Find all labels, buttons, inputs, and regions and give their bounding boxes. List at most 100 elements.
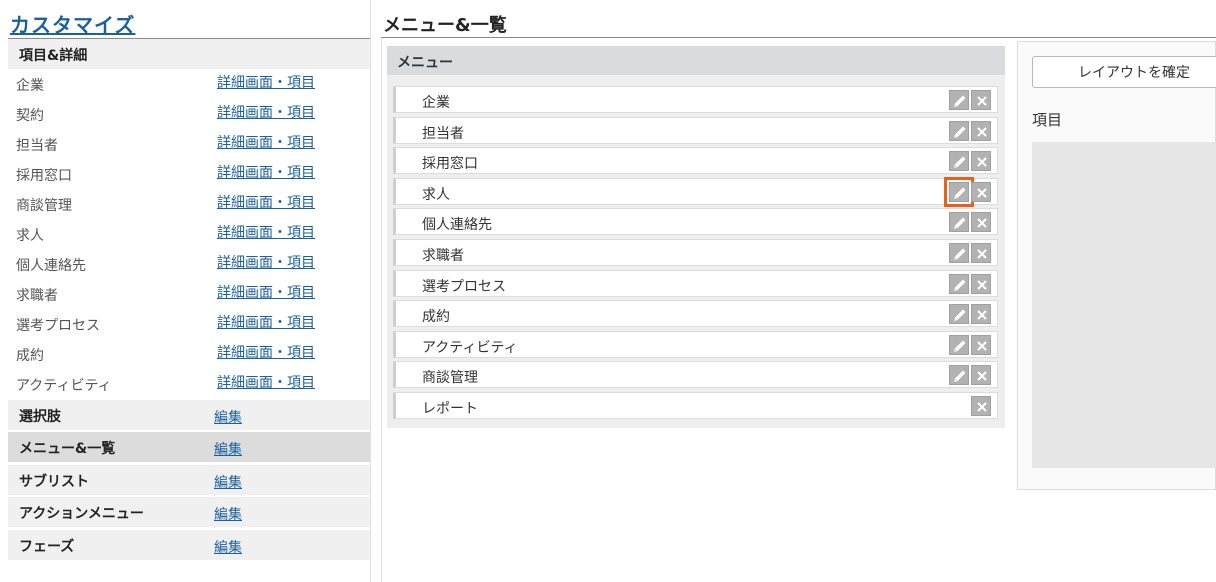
edit-link[interactable]: 編集 (214, 472, 242, 492)
delete-button[interactable] (971, 120, 991, 141)
section-label: サブリスト (19, 474, 89, 490)
edit-button[interactable] (949, 90, 969, 110)
delete-button[interactable] (971, 396, 991, 416)
delete-button[interactable] (971, 334, 991, 355)
sidebar-item-label: 契約 (16, 108, 44, 124)
sidebar-item: 採用窓口 詳細画面・項目 (8, 159, 370, 189)
detail-screen-link[interactable]: 詳細画面・項目 (217, 252, 315, 272)
section-label: 項目&詳細 (19, 48, 88, 64)
sidebar-section: フェーズ 編集 (8, 530, 370, 560)
sidebar-item: アクティビティ 詳細画面・項目 (8, 369, 370, 399)
detail-screen-link[interactable]: 詳細画面・項目 (217, 192, 315, 212)
section-label: メニュー&一覧 (19, 441, 116, 457)
sidebar-title[interactable]: カスタマイズ (10, 9, 135, 38)
menu-item-label: 求人 (422, 186, 450, 203)
edit-link[interactable]: 編集 (214, 439, 242, 459)
sidebar-item-label: 成約 (16, 348, 44, 364)
sidebar-item-label: アクティビティ (16, 378, 112, 394)
edit-button[interactable] (949, 365, 969, 386)
delete-button[interactable] (971, 365, 991, 386)
edit-link[interactable]: 編集 (214, 407, 242, 427)
edit-button[interactable] (949, 212, 969, 233)
delete-button[interactable] (971, 243, 991, 263)
menu-item-label: 選考プロセス (422, 278, 506, 295)
sidebar-item-label: 選考プロセス (16, 318, 100, 334)
edit-button[interactable] (949, 243, 969, 263)
sidebar-item: 成約 詳細画面・項目 (8, 339, 370, 369)
sidebar-item: 選考プロセス 詳細画面・項目 (8, 309, 370, 339)
sidebar-section: サブリスト 編集 (8, 465, 370, 495)
sidebar-item-label: 求職者 (16, 288, 58, 304)
sidebar-item: 契約 詳細画面・項目 (8, 99, 370, 129)
detail-screen-link[interactable]: 詳細画面・項目 (217, 72, 315, 92)
edit-button[interactable] (944, 176, 974, 207)
edit-button[interactable] (949, 304, 969, 325)
detail-screen-link[interactable]: 詳細画面・項目 (217, 222, 315, 242)
edit-link[interactable]: 編集 (214, 537, 242, 557)
delete-button[interactable] (971, 304, 991, 325)
menu-item[interactable]: アクティビティ (393, 330, 998, 358)
menu-item[interactable]: 個人連絡先 (393, 208, 998, 236)
sidebar-item: 求職者 詳細画面・項目 (8, 279, 370, 309)
sidebar-item-label: 採用窓口 (16, 168, 72, 184)
menu-item[interactable]: 採用窓口 (393, 147, 998, 175)
section-items-details: 項目&詳細 (8, 39, 370, 69)
edit-button[interactable] (949, 334, 969, 355)
detail-screen-link[interactable]: 詳細画面・項目 (217, 132, 315, 152)
edit-button[interactable] (949, 151, 969, 172)
sidebar-item-label: 担当者 (16, 138, 58, 154)
edit-button[interactable] (949, 273, 969, 294)
menu-item[interactable]: 選考プロセス (393, 269, 998, 297)
delete-button[interactable] (971, 151, 991, 172)
menu-item[interactable]: 求人 (393, 176, 998, 207)
section-label: フェーズ (19, 539, 75, 555)
detail-screen-link[interactable]: 詳細画面・項目 (217, 282, 315, 302)
menu-item-label: 採用窓口 (422, 156, 478, 173)
menu-item-label: 企業 (422, 95, 450, 111)
left-sidebar: カスタマイズ 項目&詳細 企業 詳細画面・項目 契約 詳細画面・項目 担当者 詳細画面・項… (0, 0, 371, 582)
menu-item-label: 成約 (422, 309, 450, 326)
menu-panel: メニュー 企業担当者採用窓口求人個人連絡先求職者選考プロセス 成約アクティビティ商… (387, 46, 1005, 428)
menu-item[interactable]: 成約 (393, 300, 998, 328)
delete-button[interactable] (971, 212, 991, 233)
detail-screen-link[interactable]: 詳細画面・項目 (217, 162, 315, 182)
delete-button[interactable] (971, 181, 991, 202)
delete-button[interactable] (971, 273, 991, 294)
menu-item-label: レポート (422, 401, 478, 417)
sidebar-section: 選択肢 編集 (8, 400, 370, 430)
items-drop-area[interactable] (1032, 142, 1216, 468)
section-label: 選択肢 (19, 409, 61, 425)
menu-item[interactable]: 企業 (393, 86, 998, 113)
sidebar-item: 企業 詳細画面・項目 (8, 69, 370, 99)
edit-link[interactable]: 編集 (214, 504, 242, 524)
menu-item-label: 商談管理 (422, 370, 478, 387)
sidebar-item-label: 個人連絡先 (16, 258, 86, 274)
sidebar-item: 商談管理 詳細画面・項目 (8, 189, 370, 219)
page-title: メニュー&一覧 (383, 15, 507, 36)
sidebar-section: アクションメニュー 編集 (8, 497, 370, 527)
menu-item[interactable]: 商談管理 (393, 361, 998, 389)
detail-screen-link[interactable]: 詳細画面・項目 (217, 312, 315, 332)
sidebar-item-label: 商談管理 (16, 198, 72, 214)
layout-panel: レイアウトを確定 項目 (1017, 41, 1216, 490)
menu-header: メニュー (387, 46, 1005, 75)
detail-screen-link[interactable]: 詳細画面・項目 (217, 102, 315, 122)
edit-button[interactable] (949, 120, 969, 141)
sidebar-item: 担当者 詳細画面・項目 (8, 129, 370, 159)
detail-screen-link[interactable]: 詳細画面・項目 (217, 372, 315, 392)
divider (381, 37, 1216, 38)
menu-item[interactable]: 担当者 (393, 116, 998, 144)
items-label: 項目 (1032, 111, 1063, 129)
delete-button[interactable] (971, 90, 991, 110)
menu-item[interactable]: 求職者 (393, 239, 998, 266)
sidebar-item-label: 求人 (16, 228, 44, 244)
menu-item-label: 担当者 (422, 125, 464, 142)
sidebar-item: 求人 詳細画面・項目 (8, 219, 370, 249)
menu-item[interactable]: レポート (393, 392, 998, 419)
menu-item-label: 個人連絡先 (422, 217, 492, 234)
confirm-layout-button[interactable]: レイアウトを確定 (1032, 56, 1216, 88)
section-label: アクションメニュー (19, 506, 144, 522)
menu-item-label: アクティビティ (422, 339, 518, 356)
sidebar-item: 個人連絡先 詳細画面・項目 (8, 249, 370, 279)
detail-screen-link[interactable]: 詳細画面・項目 (217, 342, 315, 362)
